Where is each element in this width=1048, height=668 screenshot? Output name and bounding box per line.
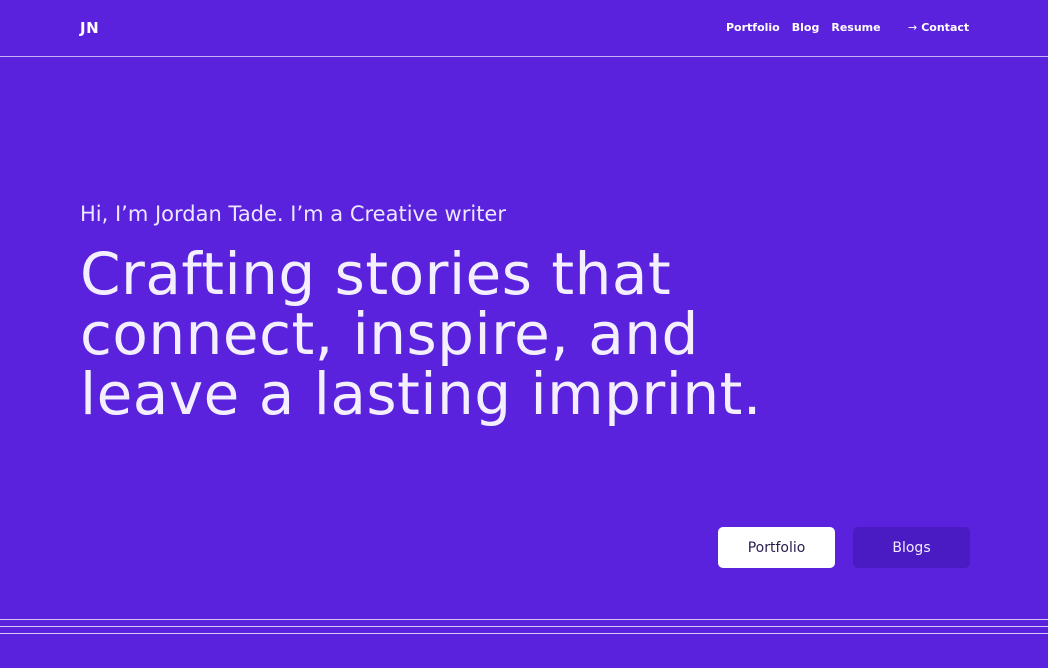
headline-line: leave a lasting imprint.: [80, 360, 762, 428]
divider: [0, 619, 1048, 620]
main-nav: Portfolio Blog Resume: [726, 21, 893, 34]
divider: [0, 626, 1048, 627]
portfolio-button[interactable]: Portfolio: [718, 527, 835, 568]
headline-line: connect, inspire, and: [80, 300, 699, 368]
nav-link-portfolio[interactable]: Portfolio: [726, 21, 780, 34]
contact-label: Contact: [921, 21, 970, 34]
hero-headline: Crafting stories that connect, inspire, …: [80, 244, 762, 424]
headline-line: Crafting stories that: [80, 240, 672, 308]
hero-intro: Hi, I’m Jordan Tade. I’m a Creative writ…: [80, 202, 506, 226]
contact-link[interactable]: → Contact: [908, 21, 969, 34]
arrow-right-icon: →: [908, 21, 918, 34]
site-header: JN Portfolio Blog Resume → Contact: [0, 0, 1048, 57]
divider: [0, 633, 1048, 634]
nav-link-resume[interactable]: Resume: [831, 21, 880, 34]
logo[interactable]: JN: [80, 19, 99, 37]
blogs-button[interactable]: Blogs: [853, 527, 970, 568]
nav-link-blog[interactable]: Blog: [792, 21, 820, 34]
